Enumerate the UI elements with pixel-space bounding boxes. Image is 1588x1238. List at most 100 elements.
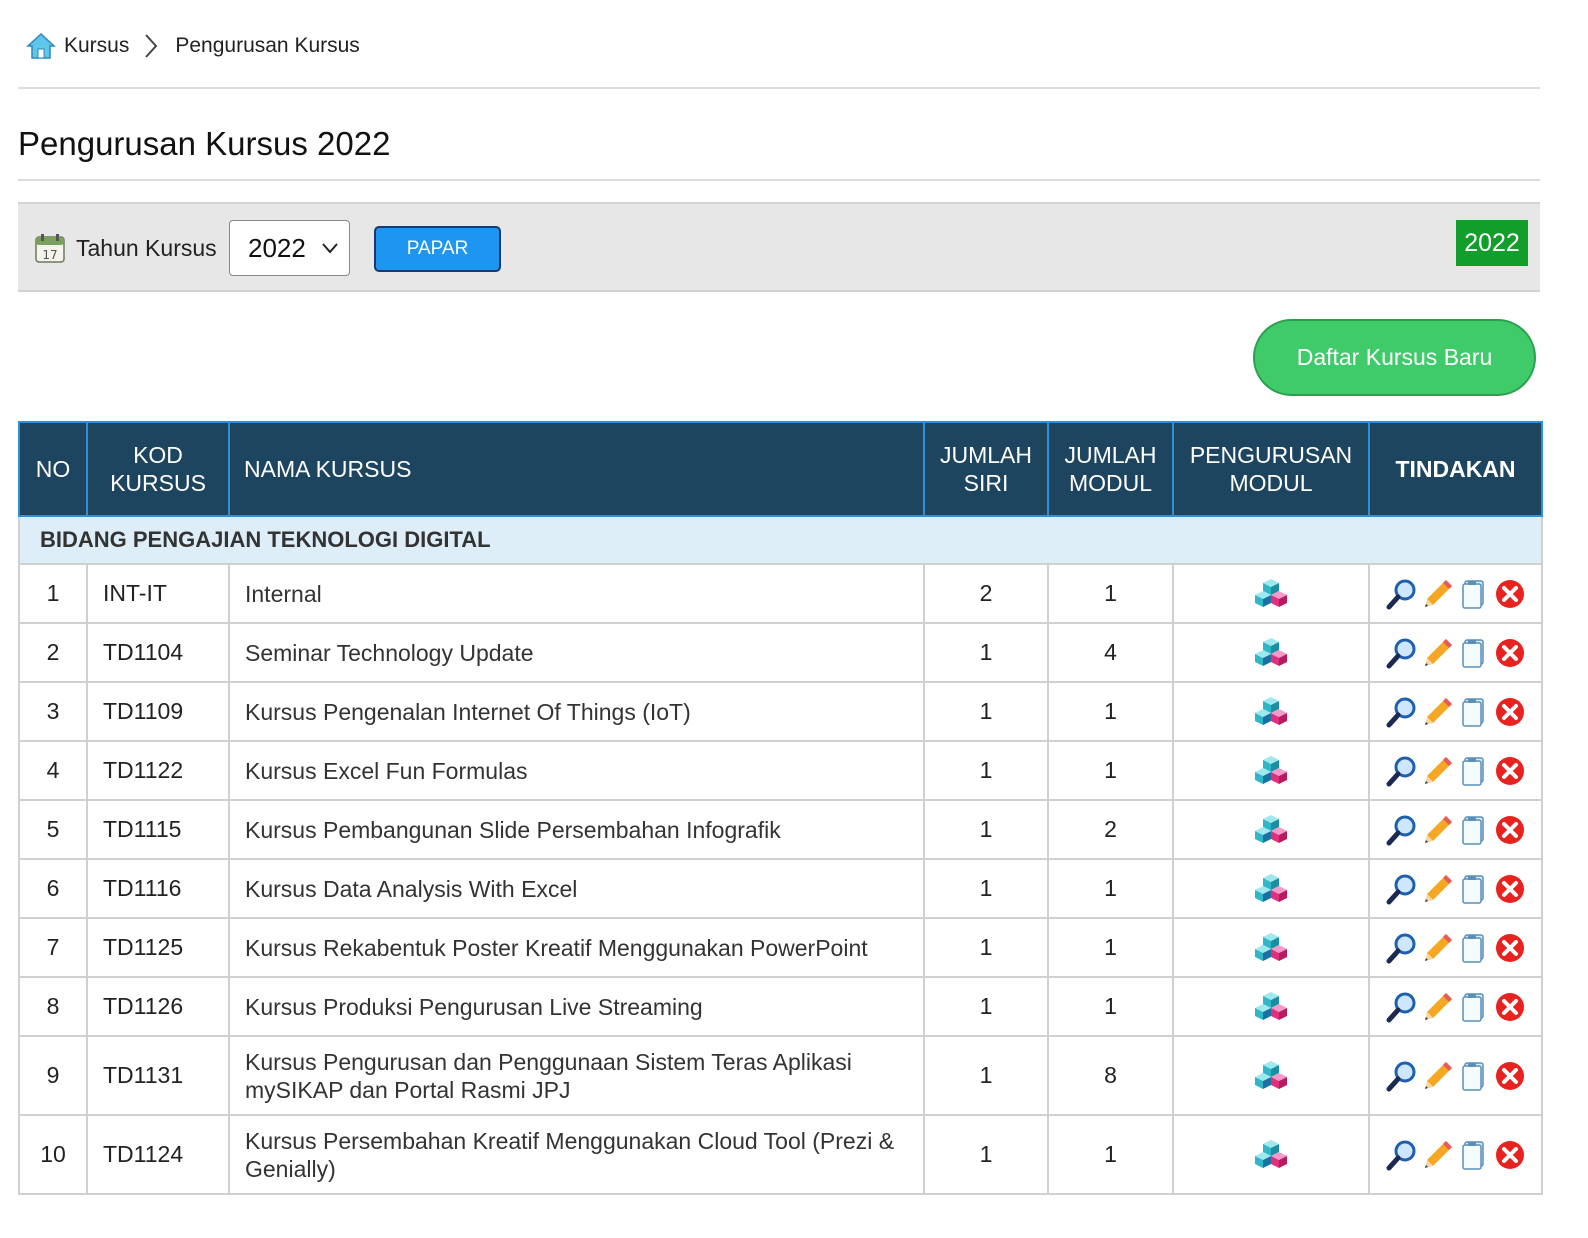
cubes-icon[interactable] xyxy=(1254,990,1288,1024)
edit-icon[interactable] xyxy=(1422,696,1454,728)
breadcrumb-current: Pengurusan Kursus xyxy=(175,34,360,57)
delete-icon[interactable] xyxy=(1494,755,1526,787)
view-icon[interactable] xyxy=(1386,637,1418,669)
header-pengurusan: PENGURUSAN MODUL xyxy=(1172,421,1370,517)
svg-text:17: 17 xyxy=(42,248,57,262)
cubes-icon[interactable] xyxy=(1254,754,1288,788)
copy-icon[interactable] xyxy=(1458,637,1490,669)
cubes-icon[interactable] xyxy=(1254,872,1288,906)
year-select[interactable]: 2022 xyxy=(229,220,350,276)
delete-icon[interactable] xyxy=(1494,932,1526,964)
row-code: TD1131 xyxy=(86,1035,230,1116)
new-course-button[interactable]: Daftar Kursus Baru xyxy=(1253,319,1536,396)
delete-icon[interactable] xyxy=(1494,696,1526,728)
view-icon[interactable] xyxy=(1386,696,1418,728)
cubes-icon[interactable] xyxy=(1254,931,1288,965)
row-modul: 1 xyxy=(1047,681,1174,742)
row-no: 10 xyxy=(18,1114,88,1195)
actions-cell xyxy=(1368,681,1543,742)
divider xyxy=(18,179,1540,181)
copy-icon[interactable] xyxy=(1458,696,1490,728)
cubes-icon[interactable] xyxy=(1254,695,1288,729)
year-filter-label: Tahun Kursus xyxy=(76,235,217,261)
row-siri: 1 xyxy=(923,799,1049,860)
edit-icon[interactable] xyxy=(1422,814,1454,846)
row-code: TD1122 xyxy=(86,740,230,801)
view-icon[interactable] xyxy=(1386,1060,1418,1092)
cubes-icon[interactable] xyxy=(1254,1059,1288,1093)
copy-icon[interactable] xyxy=(1458,1139,1490,1171)
row-modul: 1 xyxy=(1047,976,1174,1037)
row-siri: 1 xyxy=(923,917,1049,978)
delete-icon[interactable] xyxy=(1494,1060,1526,1092)
home-icon[interactable] xyxy=(26,31,56,61)
papar-button[interactable]: PAPAR xyxy=(374,226,501,272)
group-row: BIDANG PENGAJIAN TEKNOLOGI DIGITAL xyxy=(18,515,1543,565)
header-kod: KOD KURSUS xyxy=(86,421,230,517)
module-management-cell xyxy=(1172,799,1370,860)
view-icon[interactable] xyxy=(1386,873,1418,905)
copy-icon[interactable] xyxy=(1458,814,1490,846)
chevron-right-icon xyxy=(145,34,158,58)
edit-icon[interactable] xyxy=(1422,578,1454,610)
copy-icon[interactable] xyxy=(1458,578,1490,610)
row-no: 6 xyxy=(18,858,88,919)
copy-icon[interactable] xyxy=(1458,932,1490,964)
edit-icon[interactable] xyxy=(1422,1139,1454,1171)
row-code: TD1124 xyxy=(86,1114,230,1195)
row-code: TD1125 xyxy=(86,917,230,978)
row-siri: 1 xyxy=(923,681,1049,742)
view-icon[interactable] xyxy=(1386,578,1418,610)
delete-icon[interactable] xyxy=(1494,873,1526,905)
copy-icon[interactable] xyxy=(1458,1060,1490,1092)
edit-icon[interactable] xyxy=(1422,637,1454,669)
edit-icon[interactable] xyxy=(1422,932,1454,964)
table-row: 2 TD1104 Seminar Technology Update 1 4 xyxy=(18,622,1543,683)
row-modul: 4 xyxy=(1047,622,1174,683)
view-icon[interactable] xyxy=(1386,932,1418,964)
module-management-cell xyxy=(1172,740,1370,801)
cubes-icon[interactable] xyxy=(1254,1138,1288,1172)
cubes-icon[interactable] xyxy=(1254,636,1288,670)
table-row: 3 TD1109 Kursus Pengenalan Internet Of T… xyxy=(18,681,1543,742)
row-name: Kursus Excel Fun Formulas xyxy=(228,740,925,801)
delete-icon[interactable] xyxy=(1494,991,1526,1023)
view-icon[interactable] xyxy=(1386,755,1418,787)
view-icon[interactable] xyxy=(1386,1139,1418,1171)
header-tindakan: TINDAKAN xyxy=(1368,421,1543,517)
header-nama: NAMA KURSUS xyxy=(228,421,925,517)
header-siri: JUMLAH SIRI xyxy=(923,421,1049,517)
actions-cell xyxy=(1368,917,1543,978)
edit-icon[interactable] xyxy=(1422,755,1454,787)
delete-icon[interactable] xyxy=(1494,578,1526,610)
row-modul: 1 xyxy=(1047,1114,1174,1195)
copy-icon[interactable] xyxy=(1458,991,1490,1023)
row-name: Kursus Pengurusan dan Penggunaan Sistem … xyxy=(228,1035,925,1116)
delete-icon[interactable] xyxy=(1494,814,1526,846)
row-code: TD1116 xyxy=(86,858,230,919)
divider xyxy=(18,87,1540,89)
view-icon[interactable] xyxy=(1386,991,1418,1023)
cubes-icon[interactable] xyxy=(1254,813,1288,847)
calendar-icon: 17 xyxy=(35,234,65,263)
edit-icon[interactable] xyxy=(1422,873,1454,905)
delete-icon[interactable] xyxy=(1494,1139,1526,1171)
row-code: TD1109 xyxy=(86,681,230,742)
cubes-icon[interactable] xyxy=(1254,577,1288,611)
breadcrumb-home-link[interactable]: Kursus xyxy=(64,34,129,58)
edit-icon[interactable] xyxy=(1422,991,1454,1023)
delete-icon[interactable] xyxy=(1494,637,1526,669)
row-no: 4 xyxy=(18,740,88,801)
copy-icon[interactable] xyxy=(1458,755,1490,787)
actions-cell xyxy=(1368,622,1543,683)
table-header-row: NO KOD KURSUS NAMA KURSUS JUMLAH SIRI JUML… xyxy=(18,421,1543,517)
edit-icon[interactable] xyxy=(1422,1060,1454,1092)
copy-icon[interactable] xyxy=(1458,873,1490,905)
module-management-cell xyxy=(1172,1114,1370,1195)
actions-cell xyxy=(1368,799,1543,860)
row-code: INT-IT xyxy=(86,563,230,624)
chevron-down-icon xyxy=(322,243,338,254)
actions-cell xyxy=(1368,740,1543,801)
row-modul: 1 xyxy=(1047,917,1174,978)
view-icon[interactable] xyxy=(1386,814,1418,846)
